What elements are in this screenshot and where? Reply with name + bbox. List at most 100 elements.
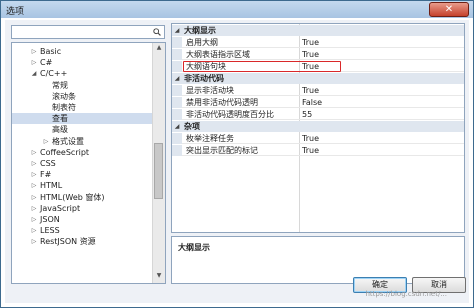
tree-item[interactable]: 高级: [12, 124, 152, 135]
title-bar: 选项 ✕: [1, 1, 473, 18]
property-name: 枚举注释任务: [186, 134, 234, 143]
collapsed-arrow-icon[interactable]: ▷: [30, 203, 38, 214]
tree-item-label: F#: [40, 170, 52, 180]
search-icon[interactable]: [153, 28, 161, 36]
category-label: 大纲显示: [184, 26, 216, 35]
tree-item[interactable]: 滚动条: [12, 91, 152, 102]
watermark: https://blog.csdn.net/...: [365, 290, 447, 298]
tree-item-label: 常规: [52, 80, 68, 90]
tree-item[interactable]: ▷ CSS: [12, 158, 152, 169]
property-value[interactable]: False: [302, 97, 322, 108]
tree-item[interactable]: ▷ C#: [12, 57, 152, 68]
tree-item[interactable]: ▷ JavaScript: [12, 203, 152, 214]
tree-item[interactable]: ▷ JSON: [12, 214, 152, 225]
collapsed-arrow-icon[interactable]: ▷: [30, 57, 38, 68]
tree-item-label: CSS: [40, 159, 56, 168]
tree-item[interactable]: ▷ LESS: [12, 225, 152, 236]
collapse-arrow-icon[interactable]: ◢: [173, 73, 181, 84]
tree-item-label: RestJSON 资源: [40, 237, 96, 247]
collapsed-arrow-icon[interactable]: ▷: [30, 169, 38, 180]
property-row[interactable]: 突出显示匹配的标记 True: [172, 145, 464, 156]
tree-item[interactable]: ▷ Basic: [12, 46, 152, 57]
property-name: 突出显示匹配的标记: [186, 146, 258, 155]
property-value[interactable]: True: [302, 49, 319, 60]
property-value[interactable]: 55: [302, 109, 312, 120]
tree-item-label: 高级: [52, 125, 68, 135]
close-button[interactable]: ✕: [429, 2, 469, 17]
row-gutter: [172, 109, 182, 120]
dialog-title: 选项: [6, 7, 25, 17]
row-gutter: [172, 145, 182, 156]
tree-item[interactable]: 制表符: [12, 102, 152, 113]
property-row[interactable]: 启用大纲 True: [172, 37, 464, 48]
collapsed-arrow-icon[interactable]: ▷: [42, 136, 50, 147]
property-grid: ◢ 大纲显示 启用大纲 True 大纲表语指示区域 True 大纲语句块 True ◢ 非活动代码…: [171, 23, 465, 233]
property-name: 显示非活动块: [186, 86, 234, 95]
row-gutter: [172, 49, 182, 60]
property-value[interactable]: True: [302, 85, 319, 96]
tree-item-label: Basic: [40, 47, 62, 56]
scrollbar-thumb[interactable]: [154, 143, 163, 199]
property-row[interactable]: 禁用非活动代码透明 False: [172, 97, 464, 108]
tree-item-label: 格式设置: [52, 136, 84, 146]
property-value[interactable]: True: [302, 133, 319, 144]
search-input[interactable]: [11, 25, 165, 39]
highlight-annotation: [183, 61, 341, 72]
property-value[interactable]: True: [302, 37, 319, 48]
row-gutter: [172, 97, 182, 108]
collapsed-arrow-icon[interactable]: ▷: [30, 236, 38, 247]
property-name: 启用大纲: [186, 38, 218, 47]
row-gutter: [172, 61, 182, 72]
collapsed-arrow-icon[interactable]: ▷: [30, 214, 38, 225]
property-row[interactable]: 显示非活动块 True: [172, 85, 464, 96]
row-gutter: [172, 133, 182, 144]
row-gutter: [172, 85, 182, 96]
property-name: 禁用非活动代码透明: [186, 98, 258, 107]
tree-item[interactable]: ▷ HTML: [12, 180, 152, 191]
collapsed-arrow-icon[interactable]: ▷: [30, 225, 38, 236]
collapsed-arrow-icon[interactable]: ▷: [30, 147, 38, 158]
description-title: 大纲显示: [178, 243, 210, 252]
category-header[interactable]: ◢ 非活动代码: [172, 73, 464, 84]
property-name: 非活动代码透明度百分比: [186, 110, 274, 119]
collapsed-arrow-icon[interactable]: ▷: [30, 180, 38, 191]
expanded-arrow-icon[interactable]: ◢: [30, 68, 38, 79]
collapse-arrow-icon[interactable]: ◢: [173, 25, 181, 36]
category-header[interactable]: ◢ 杂项: [172, 121, 464, 132]
tree-item-label: LESS: [40, 226, 60, 236]
tree-item-label: HTML: [40, 181, 63, 191]
tree-item[interactable]: ▷ HTML(Web 窗体): [12, 192, 152, 203]
scroll-up-icon[interactable]: ▲: [153, 44, 165, 51]
tree-scrollbar[interactable]: ▲ ▼: [152, 43, 165, 283]
tree-item-label: 滚动条: [52, 91, 76, 101]
property-name: 大纲表语指示区域: [186, 50, 250, 59]
tree-item-label: 制表符: [52, 103, 76, 112]
tree-item-label: HTML(Web 窗体): [40, 192, 105, 202]
collapse-arrow-icon[interactable]: ◢: [173, 121, 181, 132]
scroll-down-icon[interactable]: ▼: [153, 272, 165, 279]
property-row[interactable]: 大纲表语指示区域 True: [172, 49, 464, 60]
collapsed-arrow-icon[interactable]: ▷: [30, 192, 38, 203]
tree-item[interactable]: ▷ CoffeeScript: [12, 147, 152, 158]
tree-item[interactable]: ▷ 格式设置: [12, 136, 152, 147]
tree-item[interactable]: ▷ RestJSON 资源: [12, 236, 152, 247]
tree-item[interactable]: 常规: [12, 80, 152, 91]
property-row[interactable]: 枚举注释任务 True: [172, 133, 464, 144]
tree-item-label: C/C++: [40, 69, 68, 79]
tree-item-label: C#: [40, 58, 53, 68]
tree-item[interactable]: ◢ C/C++: [12, 68, 152, 79]
tree-item[interactable]: 查看: [12, 113, 152, 125]
collapsed-arrow-icon[interactable]: ▷: [30, 158, 38, 169]
row-gutter: [172, 37, 182, 48]
tree-item[interactable]: ▷ F#: [12, 169, 152, 180]
options-tree: ▷ RestJSON 资源 ▷ LESS ▷ JSON ▷ JavaScript ▷ HTML(W…: [11, 42, 166, 284]
collapsed-arrow-icon[interactable]: ▷: [30, 46, 38, 57]
category-header[interactable]: ◢ 大纲显示: [172, 25, 464, 36]
property-row[interactable]: 非活动代码透明度百分比 55: [172, 109, 464, 120]
dialog-body: ▷ RestJSON 资源 ▷ LESS ▷ JSON ▷ JavaScript ▷ HTML(W…: [5, 20, 469, 303]
tree-item-label: CoffeeScript: [40, 147, 90, 157]
options-dialog: 选项 ✕ ▷ RestJSON 资源 ▷ LESS ▷ JSON ▷ JavaScript ▷ H…: [0, 0, 474, 308]
property-value[interactable]: True: [302, 145, 319, 156]
category-label: 杂项: [184, 122, 200, 131]
category-label: 非活动代码: [184, 74, 224, 83]
